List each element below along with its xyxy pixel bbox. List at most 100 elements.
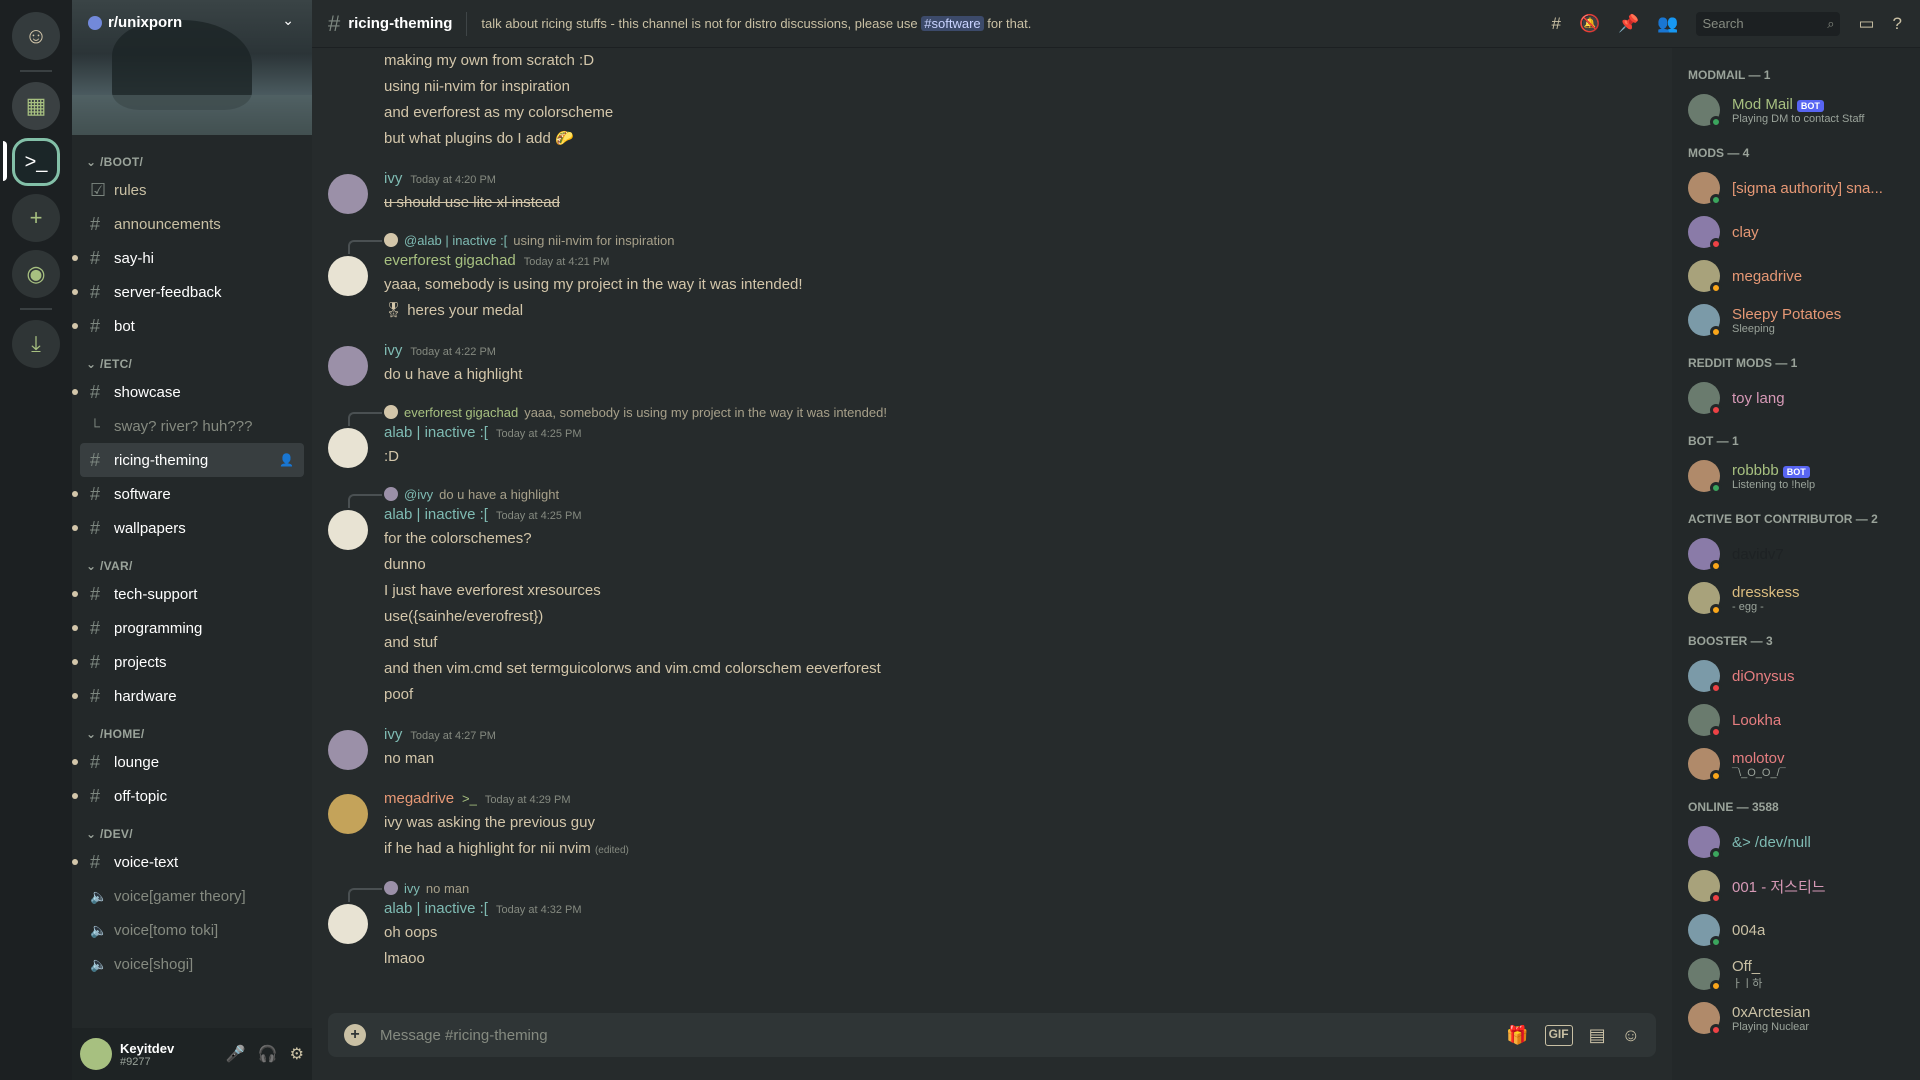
category-home[interactable]: ⌄ /HOME/ bbox=[86, 727, 304, 741]
member-list-icon[interactable]: 👥 bbox=[1657, 14, 1678, 34]
gear-icon[interactable]: ⚙ bbox=[290, 1044, 304, 1064]
member-item[interactable]: 0xArctesian Playing Nuclear bbox=[1688, 996, 1912, 1040]
add-server-button[interactable]: + bbox=[12, 194, 60, 242]
message-alab-3[interactable]: alab | inactive :[Today at 4:32 PM oh oo… bbox=[328, 898, 1672, 972]
message-alab-1[interactable]: alab | inactive :[Today at 4:25 PM :D bbox=[328, 422, 1672, 470]
thread-sway-river[interactable]: └ sway? river? huh??? bbox=[80, 409, 304, 443]
attach-button[interactable]: + bbox=[344, 1024, 366, 1046]
member-item[interactable]: robbbb BOT Listening to !help bbox=[1688, 454, 1912, 498]
avatar[interactable] bbox=[328, 346, 368, 386]
headphones-icon[interactable]: 🎧 bbox=[258, 1044, 278, 1064]
message-list[interactable]: making my own from scratch :D using nii-… bbox=[312, 48, 1672, 1008]
help-icon[interactable]: ? bbox=[1893, 14, 1902, 34]
sticker-icon[interactable]: ▤ bbox=[1589, 1025, 1606, 1046]
message-ivy-1[interactable]: ivy Today at 4:20 PM u should use lite xl… bbox=[328, 168, 1672, 216]
message-everforest[interactable]: everforest gigachad Today at 4:21 PM yaaa… bbox=[328, 250, 1672, 324]
avatar[interactable] bbox=[328, 174, 368, 214]
channel-ricing-theming[interactable]: # ricing-theming 👤 bbox=[80, 443, 304, 477]
member-item[interactable]: &> /dev/null bbox=[1688, 820, 1912, 864]
voice-channel-tomo-toki[interactable]: 🔈 voice[tomo toki] bbox=[80, 913, 304, 947]
channel-bot[interactable]: # bot bbox=[72, 309, 304, 343]
channel-lounge[interactable]: # lounge bbox=[72, 745, 304, 779]
avatar[interactable] bbox=[328, 730, 368, 770]
message-author[interactable]: alab | inactive :[ bbox=[384, 422, 488, 444]
channel-rules[interactable]: ☑ rules bbox=[80, 173, 304, 207]
user-info[interactable]: Keyitdev #9277 bbox=[120, 1041, 174, 1068]
message-ivy-2[interactable]: ivy Today at 4:22 PM do u have a highligh… bbox=[328, 340, 1672, 388]
message-author[interactable]: ivy bbox=[384, 724, 402, 746]
chevron-down-icon[interactable]: ⌄ bbox=[282, 12, 294, 29]
message-alab-2[interactable]: alab | inactive :[Today at 4:25 PM for t… bbox=[328, 504, 1672, 708]
channel-programming[interactable]: # programming bbox=[72, 611, 304, 645]
member-item[interactable]: diOnysus bbox=[1688, 654, 1912, 698]
member-item[interactable]: dresskess - egg - bbox=[1688, 576, 1912, 620]
explore-servers-button[interactable]: ◉ bbox=[12, 250, 60, 298]
channel-off-topic[interactable]: # off-topic bbox=[72, 779, 304, 813]
member-item[interactable]: 001 - 저스티느 bbox=[1688, 864, 1912, 908]
channel-tech-support[interactable]: # tech-support bbox=[72, 577, 304, 611]
notification-bell-muted-icon[interactable]: 🔕 bbox=[1579, 14, 1600, 34]
reply-preview[interactable]: ivy no man bbox=[328, 878, 1672, 902]
gift-icon[interactable]: 🎁 bbox=[1506, 1025, 1528, 1046]
message-input[interactable]: Message #ricing-theming bbox=[380, 1027, 548, 1044]
category-etc[interactable]: ⌄ /ETC/ bbox=[86, 357, 304, 371]
member-item[interactable]: davidv7 bbox=[1688, 532, 1912, 576]
channel-wallpapers[interactable]: # wallpapers bbox=[72, 511, 304, 545]
download-apps-button[interactable]: ⤓ bbox=[12, 320, 60, 368]
channel-software[interactable]: # software bbox=[72, 477, 304, 511]
channel-topic[interactable]: talk about ricing stuffs - this channel … bbox=[481, 16, 1031, 31]
member-item[interactable]: clay bbox=[1688, 210, 1912, 254]
channel-hardware[interactable]: # hardware bbox=[72, 679, 304, 713]
message-author[interactable]: ivy bbox=[384, 340, 402, 362]
reply-preview[interactable]: everforest gigachad yaaa, somebody is usi… bbox=[328, 402, 1672, 426]
category-boot[interactable]: ⌄ /BOOT/ bbox=[86, 155, 304, 169]
home-button[interactable]: ☺ bbox=[12, 12, 60, 60]
channel-projects[interactable]: # projects bbox=[72, 645, 304, 679]
message-author[interactable]: ivy bbox=[384, 168, 402, 190]
message-author[interactable]: alab | inactive :[ bbox=[384, 898, 488, 920]
avatar[interactable] bbox=[328, 428, 368, 468]
avatar[interactable] bbox=[328, 510, 368, 550]
message-author[interactable]: megadrive bbox=[384, 788, 454, 810]
threads-icon[interactable]: # bbox=[1551, 14, 1560, 34]
category-var[interactable]: ⌄ /VAR/ bbox=[86, 559, 304, 573]
member-item[interactable]: 004a bbox=[1688, 908, 1912, 952]
category-dev[interactable]: ⌄ /DEV/ bbox=[86, 827, 304, 841]
inbox-icon[interactable]: ▭ bbox=[1858, 14, 1874, 34]
channel-voice-text[interactable]: # voice-text bbox=[72, 845, 304, 879]
search-input[interactable]: Search ⌕ bbox=[1696, 12, 1841, 36]
member-item[interactable]: Mod Mail BOT Playing DM to contact Staff bbox=[1688, 88, 1912, 132]
invite-member-icon[interactable]: 👤 bbox=[279, 453, 294, 467]
gif-button[interactable]: GIF bbox=[1544, 1024, 1573, 1046]
member-item[interactable]: Off_ ㅏㅣ하 bbox=[1688, 952, 1912, 996]
message-author[interactable]: everforest gigachad bbox=[384, 250, 516, 272]
reply-preview[interactable]: @alab | inactive :[using nii-nvim for in… bbox=[328, 230, 1672, 254]
emoji-icon[interactable]: ☺ bbox=[1622, 1025, 1640, 1046]
channel-mention[interactable]: #software bbox=[921, 16, 984, 31]
avatar[interactable] bbox=[80, 1038, 112, 1070]
server-icon-unixporn[interactable]: >_ bbox=[3, 138, 60, 186]
message-author[interactable]: alab | inactive :[ bbox=[384, 504, 488, 526]
member-item[interactable]: molotov ¯\_O_O_/¯ bbox=[1688, 742, 1912, 786]
member-item[interactable]: Sleepy Potatoes Sleeping bbox=[1688, 298, 1912, 342]
message-composer[interactable]: + Message #ricing-theming 🎁 GIF ▤ ☺ bbox=[328, 1013, 1656, 1057]
voice-channel-gamer-theory[interactable]: 🔈 voice[gamer theory] bbox=[80, 879, 304, 913]
channel-announcements[interactable]: # announcements bbox=[80, 207, 304, 241]
mic-muted-icon[interactable]: 🎤 bbox=[226, 1044, 246, 1064]
channel-say-hi[interactable]: # say-hi bbox=[72, 241, 304, 275]
server-banner[interactable]: r/unixporn ⌄ bbox=[72, 0, 312, 135]
server-icon-1[interactable]: ▦ bbox=[12, 82, 60, 130]
message-ivy-3[interactable]: ivy Today at 4:27 PM no man bbox=[328, 724, 1672, 772]
avatar[interactable] bbox=[328, 794, 368, 834]
avatar[interactable] bbox=[328, 256, 368, 296]
avatar[interactable] bbox=[328, 904, 368, 944]
member-item[interactable]: megadrive bbox=[1688, 254, 1912, 298]
member-item[interactable]: Lookha bbox=[1688, 698, 1912, 742]
member-item[interactable]: [sigma authority] sna... bbox=[1688, 166, 1912, 210]
reply-preview[interactable]: @ivy do u have a highlight bbox=[328, 484, 1672, 508]
member-item[interactable]: toy lang bbox=[1688, 376, 1912, 420]
voice-channel-shogi[interactable]: 🔈 voice[shogi] bbox=[80, 947, 304, 981]
message-megadrive[interactable]: megadrive >_ Today at 4:29 PM ivy was aski… bbox=[328, 788, 1672, 864]
pin-icon[interactable]: 📌 bbox=[1618, 14, 1639, 34]
channel-server-feedback[interactable]: # server-feedback bbox=[72, 275, 304, 309]
